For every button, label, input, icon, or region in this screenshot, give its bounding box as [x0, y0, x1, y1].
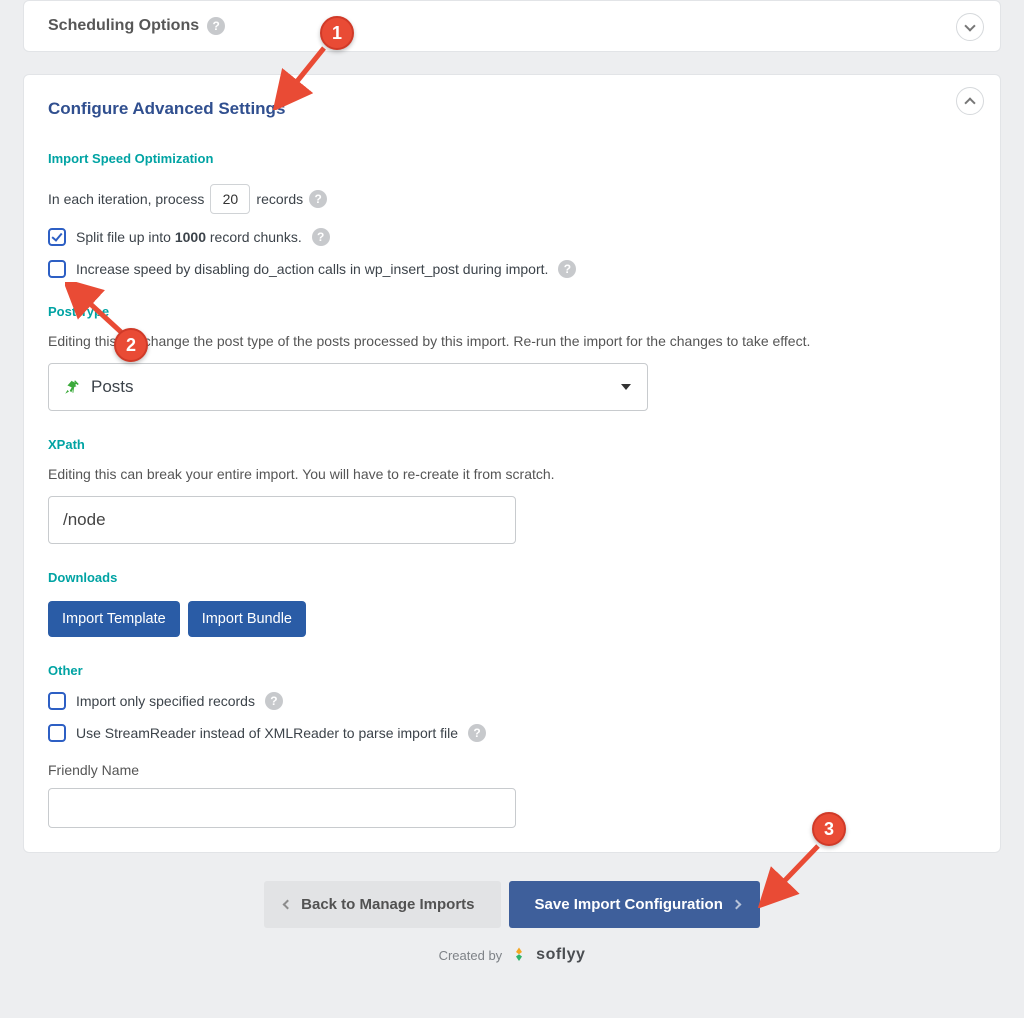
brand-name: soflyy — [536, 946, 585, 964]
disable-doaction-checkbox[interactable] — [48, 260, 66, 278]
post-type-description: Editing this will change the post type o… — [48, 333, 976, 349]
xpath-description: Editing this can break your entire impor… — [48, 466, 976, 482]
chevron-up-icon — [964, 97, 975, 108]
help-icon[interactable]: ? — [309, 190, 327, 208]
section-import-speed-label: Import Speed Optimization — [48, 151, 976, 166]
split-file-label: Split file up into 1000 record chunks. — [76, 229, 302, 245]
pin-icon — [63, 378, 81, 396]
chevron-right-icon — [731, 900, 741, 910]
only-specified-label: Import only specified records — [76, 693, 255, 709]
scheduling-options-panel[interactable]: Scheduling Options ? — [23, 0, 1001, 52]
import-template-button[interactable]: Import Template — [48, 601, 180, 637]
help-icon[interactable]: ? — [312, 228, 330, 246]
collapse-button[interactable] — [956, 87, 984, 115]
chevron-down-icon — [964, 20, 975, 31]
scheduling-options-title: Scheduling Options — [48, 17, 199, 35]
split-file-checkbox[interactable] — [48, 228, 66, 246]
import-bundle-button[interactable]: Import Bundle — [188, 601, 306, 637]
streamreader-checkbox[interactable] — [48, 724, 66, 742]
section-other-label: Other — [48, 663, 976, 678]
section-post-type-label: Post Type — [48, 304, 976, 319]
friendly-name-label: Friendly Name — [48, 762, 976, 778]
annotation-marker-2: 2 — [114, 328, 148, 362]
advanced-settings-title: Configure Advanced Settings — [48, 99, 976, 119]
help-icon[interactable]: ? — [468, 724, 486, 742]
credit-line: Created by soflyy — [0, 946, 1024, 964]
help-icon[interactable]: ? — [207, 17, 225, 35]
streamreader-label: Use StreamReader instead of XMLReader to… — [76, 725, 458, 741]
back-to-manage-button[interactable]: Back to Manage Imports — [264, 881, 500, 928]
advanced-settings-panel: Configure Advanced Settings Import Speed… — [23, 74, 1001, 853]
records-per-iteration-input[interactable] — [210, 184, 250, 214]
caret-down-icon — [621, 384, 631, 390]
section-xpath-label: XPath — [48, 437, 976, 452]
xpath-input[interactable] — [48, 496, 516, 544]
expand-button[interactable] — [956, 13, 984, 41]
only-specified-checkbox[interactable] — [48, 692, 66, 710]
chevron-left-icon — [283, 900, 293, 910]
annotation-marker-3: 3 — [812, 812, 846, 846]
footer-actions: Back to Manage Imports Save Import Confi… — [0, 881, 1024, 928]
help-icon[interactable]: ? — [558, 260, 576, 278]
help-icon[interactable]: ? — [265, 692, 283, 710]
annotation-marker-1: 1 — [320, 16, 354, 50]
section-downloads-label: Downloads — [48, 570, 976, 585]
disable-doaction-label: Increase speed by disabling do_action ca… — [76, 261, 548, 277]
iteration-suffix-text: records — [256, 191, 303, 207]
post-type-select[interactable]: Posts — [48, 363, 648, 411]
iteration-prefix-text: In each iteration, process — [48, 191, 204, 207]
soflyy-logo-icon — [510, 946, 528, 964]
save-import-configuration-button[interactable]: Save Import Configuration — [509, 881, 760, 928]
post-type-selected: Posts — [91, 377, 134, 397]
friendly-name-input[interactable] — [48, 788, 516, 828]
